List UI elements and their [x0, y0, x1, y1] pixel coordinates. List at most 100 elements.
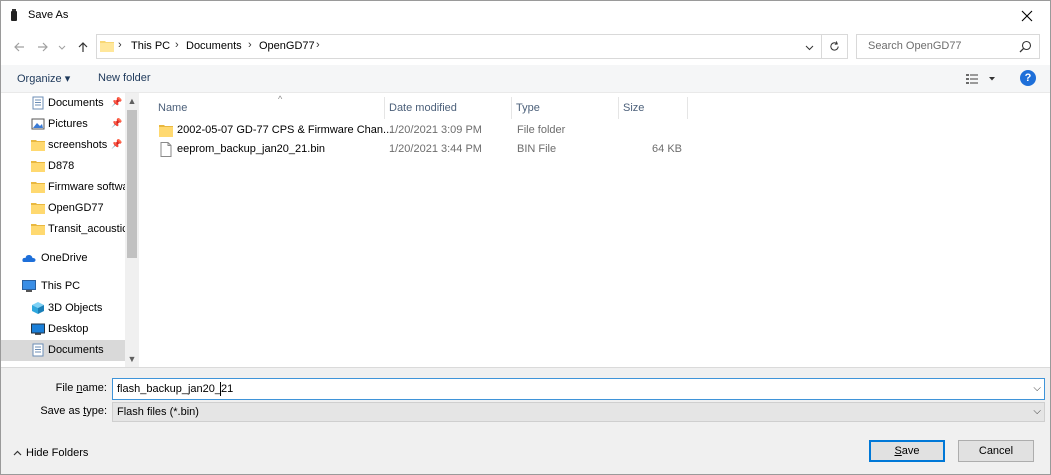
- forward-button[interactable]: [35, 39, 51, 55]
- address-bar[interactable]: › This PC › Documents › OpenGD77 ›: [96, 34, 848, 59]
- search-box[interactable]: Search OpenGD77: [856, 34, 1040, 59]
- new-folder-button[interactable]: New folder: [98, 72, 151, 84]
- label-text: Save as: [40, 405, 84, 417]
- pictures-icon: [31, 118, 45, 130]
- scroll-down-icon[interactable]: ▼: [125, 351, 139, 367]
- sidebar-item-label: Documents: [48, 97, 104, 109]
- file-name-value: flash_backup_jan20_21: [117, 383, 234, 395]
- breadcrumb-opengd77[interactable]: OpenGD77: [259, 40, 315, 52]
- close-button[interactable]: [1004, 1, 1050, 31]
- pc-icon: [22, 280, 36, 292]
- file-name-label: File name:: [21, 382, 107, 394]
- folder-icon: [100, 41, 114, 52]
- file-type: File folder: [517, 124, 566, 136]
- arrow-left-icon: [14, 42, 24, 52]
- search-icon: [1019, 40, 1032, 53]
- hide-folders-label: Hide Folders: [26, 447, 89, 459]
- save-type-value: Flash files (*.bin): [117, 406, 199, 418]
- sidebar-item-documents-selected[interactable]: Documents: [1, 340, 125, 361]
- text-caret: [220, 382, 221, 396]
- sidebar-item-documents[interactable]: Documents 📌: [1, 93, 125, 114]
- address-dropdown-button[interactable]: [801, 39, 817, 55]
- sidebar-item-screenshots[interactable]: screenshots 📌: [1, 135, 125, 156]
- breadcrumb-this-pc[interactable]: This PC: [131, 40, 170, 52]
- sidebar-item-desktop[interactable]: Desktop: [1, 319, 125, 340]
- sort-ascending-icon: ^: [278, 94, 283, 104]
- save-type-select[interactable]: Flash files (*.bin) ⌵: [112, 402, 1045, 422]
- help-button[interactable]: ?: [1020, 70, 1036, 86]
- file-name: eeprom_backup_jan20_21.bin: [177, 143, 326, 155]
- sidebar-item-transit-acoustic[interactable]: Transit_acoustic: [1, 219, 125, 240]
- sidebar-item-label: screenshots: [48, 139, 108, 151]
- folder-icon: [159, 125, 173, 137]
- column-header-date[interactable]: Date modified: [385, 97, 512, 119]
- pin-icon: 📌: [111, 97, 123, 107]
- sidebar-item-this-pc[interactable]: This PC: [1, 276, 125, 297]
- chevron-down-icon: [58, 45, 66, 50]
- breadcrumb-separator: ›: [175, 39, 179, 51]
- refresh-icon: [830, 41, 839, 51]
- table-row[interactable]: eeprom_backup_jan20_21.bin 1/20/2021 3:4…: [154, 140, 694, 159]
- command-bar: Organize ▾ New folder ?: [1, 65, 1050, 93]
- table-row[interactable]: 2002-05-07 GD-77 CPS & Firmware Chan... …: [154, 121, 694, 140]
- chevron-up-icon: [13, 450, 22, 456]
- sidebar-item-3d-objects[interactable]: 3D Objects: [1, 298, 125, 319]
- file-icon: [160, 142, 172, 157]
- file-date: 1/20/2021 3:09 PM: [389, 124, 482, 136]
- file-list: ^ Name Date modified Type Size 2002-05-0…: [140, 93, 1050, 367]
- folder-icon: [31, 161, 45, 172]
- back-button[interactable]: [11, 39, 27, 55]
- sidebar-item-label: Pictures: [48, 118, 88, 130]
- chevron-down-icon[interactable]: ⌵: [1033, 383, 1041, 394]
- sidebar-item-label: This PC: [41, 280, 81, 292]
- column-header-type[interactable]: Type: [512, 97, 619, 119]
- breadcrumb-separator: ›: [118, 39, 122, 51]
- label-text: File: [55, 382, 77, 394]
- column-header-size[interactable]: Size: [619, 97, 688, 119]
- sidebar-item-label: Firmware softwa: [48, 181, 125, 193]
- view-details-icon: [966, 74, 995, 84]
- cancel-button[interactable]: Cancel: [958, 440, 1034, 462]
- sidebar-item-opengd77[interactable]: OpenGD77: [1, 198, 125, 219]
- scroll-up-icon[interactable]: ▲: [125, 93, 139, 109]
- sidebar-item-d878[interactable]: D878: [1, 156, 125, 177]
- up-button[interactable]: [75, 39, 91, 55]
- change-view-button[interactable]: [965, 71, 997, 87]
- sidebar-scrollbar[interactable]: ▲ ▼: [125, 93, 139, 367]
- sidebar-item-label: 3D Objects: [48, 302, 103, 314]
- desktop-icon: [31, 323, 45, 335]
- sidebar-item-label: Transit_acoustic: [48, 223, 125, 235]
- navigation-pane: Documents 📌 Pictures 📌 screenshots 📌 D87…: [1, 93, 139, 367]
- file-name-field[interactable]: flash_backup_jan20_21 ⌵: [112, 378, 1045, 400]
- file-size: 64 KB: [652, 143, 682, 155]
- sidebar-item-label: OneDrive: [41, 252, 88, 264]
- column-header-label: Size: [623, 102, 645, 114]
- arrow-up-icon: [78, 42, 88, 52]
- chevron-down-icon: [805, 45, 813, 50]
- save-options-panel: File name: flash_backup_jan20_21 ⌵ Save …: [1, 367, 1050, 474]
- pin-icon: 📌: [111, 118, 123, 128]
- folder-icon: [31, 224, 45, 235]
- documents-icon: [32, 343, 44, 357]
- file-type: BIN File: [517, 143, 557, 155]
- sidebar-item-label: Desktop: [48, 323, 89, 335]
- 3d-objects-icon: [32, 302, 44, 314]
- sidebar-item-onedrive[interactable]: OneDrive: [1, 248, 125, 269]
- title-bar: Save As: [1, 1, 1050, 31]
- hide-folders-button[interactable]: Hide Folders: [13, 447, 88, 459]
- save-button[interactable]: Save: [869, 440, 945, 462]
- column-header-name[interactable]: ^ Name: [154, 94, 385, 119]
- recent-locations-button[interactable]: [57, 39, 67, 55]
- organize-menu[interactable]: Organize ▾: [17, 72, 70, 85]
- refresh-button[interactable]: [821, 35, 847, 58]
- app-icon: [11, 9, 17, 21]
- sidebar-item-pictures[interactable]: Pictures 📌: [1, 114, 125, 135]
- sidebar-item-label: Documents: [48, 344, 104, 356]
- sidebar-item-firmware-software[interactable]: Firmware softwa: [1, 177, 125, 198]
- breadcrumb-separator: ›: [248, 39, 252, 51]
- breadcrumb-documents[interactable]: Documents: [186, 40, 242, 52]
- folder-icon: [31, 182, 45, 193]
- scrollbar-thumb[interactable]: [127, 110, 137, 258]
- breadcrumb-separator: ›: [316, 39, 320, 51]
- onedrive-icon: [22, 254, 36, 262]
